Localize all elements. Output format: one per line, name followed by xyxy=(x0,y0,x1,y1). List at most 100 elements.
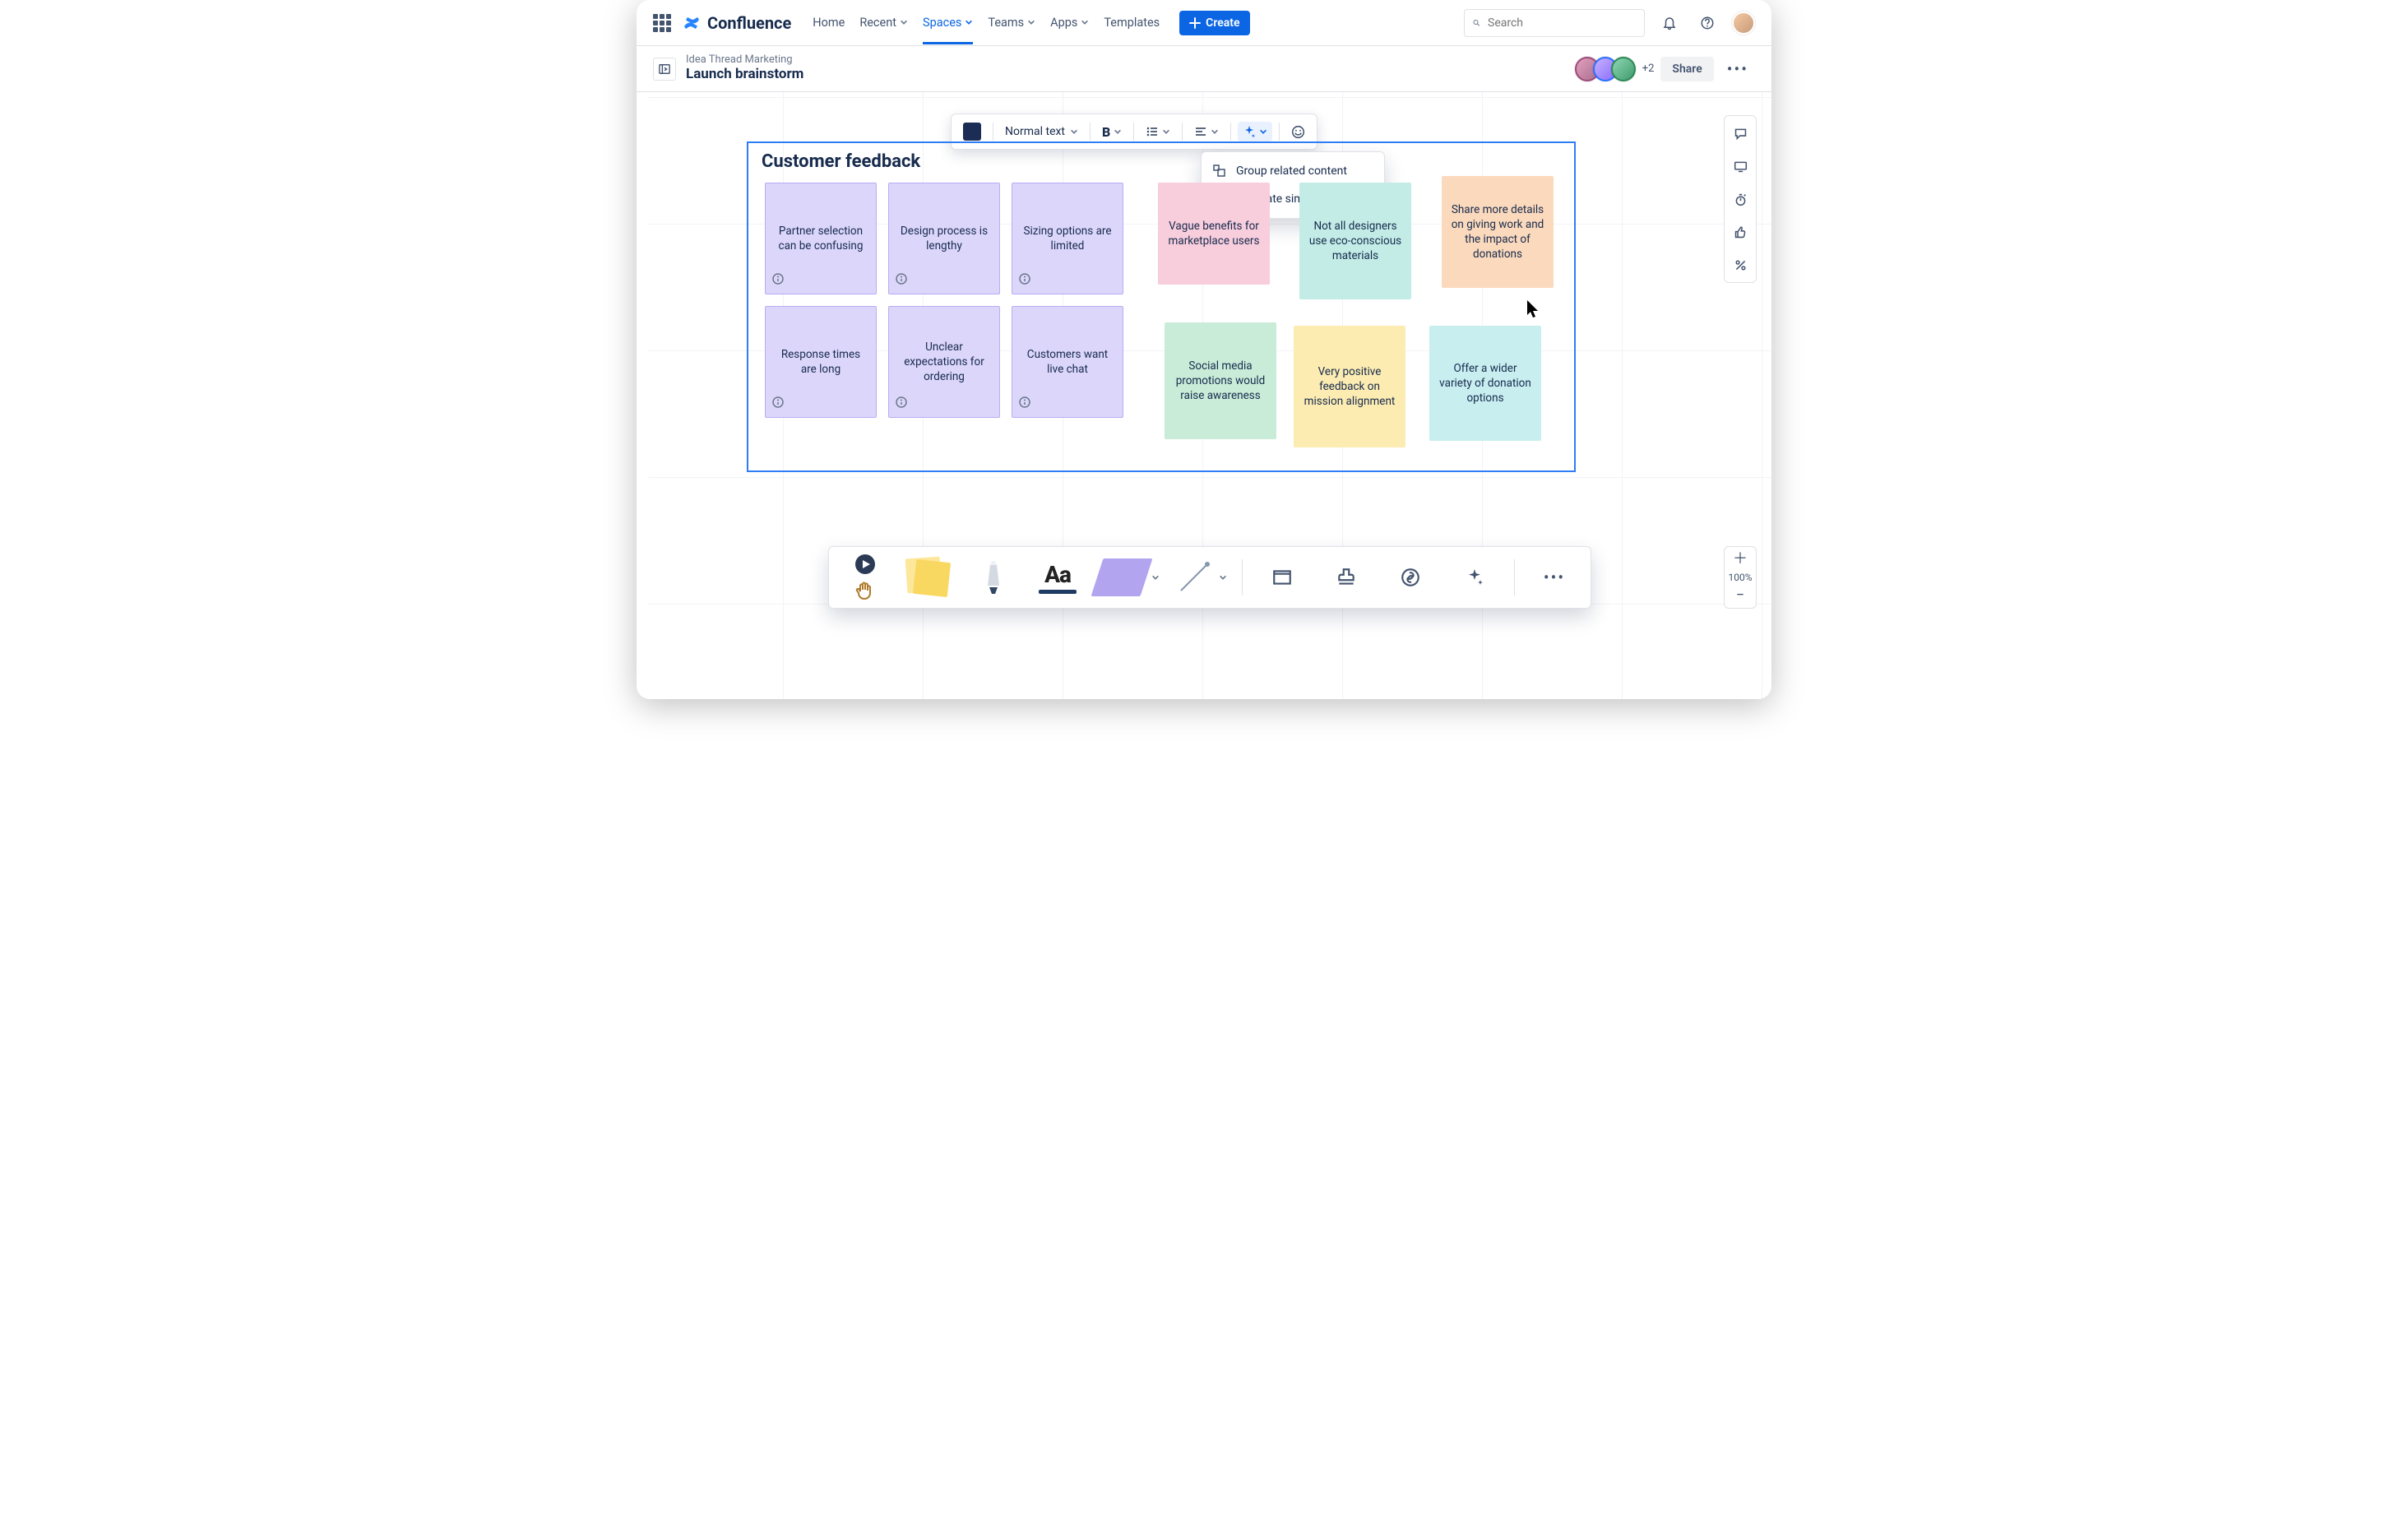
chevron-down-icon xyxy=(1070,127,1078,136)
info-icon[interactable] xyxy=(772,273,784,289)
sticky-text: Not all designers use eco-conscious mate… xyxy=(1308,219,1403,264)
marker-icon xyxy=(974,558,1013,597)
line-icon xyxy=(1174,558,1214,597)
reactions-button[interactable] xyxy=(1728,220,1753,244)
sticky-text: Customers want live chat xyxy=(1021,347,1114,377)
zoom-out-button[interactable]: − xyxy=(1736,588,1744,603)
sticky-note[interactable]: Design process is lengthy xyxy=(888,183,1000,294)
comment-icon xyxy=(1734,127,1748,141)
list-button[interactable] xyxy=(1141,122,1175,141)
chevron-down-icon xyxy=(900,18,908,26)
ai-tool[interactable] xyxy=(1450,553,1499,602)
pointer-tool[interactable] xyxy=(840,553,890,602)
more-icon: ••• xyxy=(1544,568,1565,587)
confluence-icon xyxy=(683,14,701,32)
info-icon[interactable] xyxy=(896,396,907,412)
emoji-button[interactable] xyxy=(1286,122,1310,142)
link-tool[interactable] xyxy=(1386,553,1435,602)
play-pointer-icon xyxy=(854,554,876,575)
align-button[interactable] xyxy=(1189,122,1224,141)
selection-frame[interactable]: Customer feedback Partner selection can … xyxy=(747,141,1576,472)
info-icon[interactable] xyxy=(1019,396,1030,412)
info-icon[interactable] xyxy=(772,396,784,412)
hand-icon xyxy=(854,580,876,601)
color-swatch-button[interactable] xyxy=(958,119,986,144)
notifications-button[interactable] xyxy=(1656,10,1683,36)
link-icon xyxy=(1400,567,1421,588)
sticky-text: Social media promotions would raise awar… xyxy=(1173,359,1268,404)
stamp-tool[interactable] xyxy=(1322,553,1371,602)
page-more-menu[interactable]: ••• xyxy=(1720,59,1755,79)
sticky-note[interactable]: Partner selection can be confusing xyxy=(765,183,877,294)
breadcrumb[interactable]: Idea Thread Marketing xyxy=(686,54,803,67)
search-input[interactable] xyxy=(1486,16,1636,30)
sticky-text: Design process is lengthy xyxy=(897,224,991,253)
sidebar-toggle-button[interactable] xyxy=(653,58,676,81)
chevron-down-icon xyxy=(1259,127,1267,136)
nav-templates[interactable]: Templates xyxy=(1104,2,1160,44)
sticky-note-tool[interactable] xyxy=(905,553,954,602)
nav-teams[interactable]: Teams xyxy=(988,2,1035,44)
whiteboard-canvas[interactable]: Normal text B Group related content Gene… xyxy=(648,92,1771,699)
sticky-text: Response times are long xyxy=(774,347,868,377)
product-logo[interactable]: Confluence xyxy=(683,13,791,33)
frame-tool[interactable] xyxy=(1257,553,1307,602)
share-button[interactable]: Share xyxy=(1660,57,1713,81)
nav-spaces[interactable]: Spaces xyxy=(923,2,973,44)
line-tool[interactable] xyxy=(1174,553,1227,602)
sparkle-icon xyxy=(1243,125,1256,138)
presentation-button[interactable] xyxy=(1728,154,1753,178)
sticky-note[interactable]: Response times are long xyxy=(765,306,877,418)
sticky-note[interactable]: Sizing options are limited xyxy=(1012,183,1123,294)
sticky-note[interactable]: Not all designers use eco-conscious mate… xyxy=(1299,183,1411,299)
search-icon xyxy=(1473,16,1480,29)
nav-home[interactable]: Home xyxy=(813,2,845,44)
sticky-note[interactable]: Customers want live chat xyxy=(1012,306,1123,418)
chevron-down-icon xyxy=(1219,573,1227,582)
text-tool[interactable]: Aa xyxy=(1033,553,1082,602)
nav-apps[interactable]: Apps xyxy=(1050,2,1089,44)
voting-button[interactable] xyxy=(1728,253,1753,277)
bell-icon xyxy=(1662,16,1677,30)
sparkle-icon xyxy=(1465,568,1484,587)
color-swatch xyxy=(963,123,981,141)
section-title[interactable]: Customer feedback xyxy=(762,151,920,172)
timer-button[interactable] xyxy=(1728,187,1753,211)
sticky-text: Partner selection can be confusing xyxy=(774,224,868,253)
collaborator-overflow[interactable]: +2 xyxy=(1642,63,1655,75)
ai-button[interactable] xyxy=(1238,122,1272,141)
chevron-down-icon xyxy=(1151,573,1160,582)
sticky-note[interactable]: Social media promotions would raise awar… xyxy=(1165,322,1276,439)
collaborator-avatar[interactable] xyxy=(1611,57,1636,81)
zoom-in-button[interactable]: ＋ xyxy=(1733,552,1748,567)
help-button[interactable] xyxy=(1694,10,1720,36)
pen-tool[interactable] xyxy=(969,553,1018,602)
nav-links: Home Recent Spaces Teams Apps Templates xyxy=(813,2,1160,44)
info-icon[interactable] xyxy=(896,273,907,289)
text-icon: Aa xyxy=(1044,561,1071,588)
toolbar-divider xyxy=(1242,559,1243,595)
shape-tool[interactable] xyxy=(1097,553,1160,602)
screen-icon xyxy=(1734,160,1748,174)
sticky-note[interactable]: Vague benefits for marketplace users xyxy=(1158,183,1270,285)
search-box[interactable] xyxy=(1464,9,1645,37)
bold-button[interactable]: B xyxy=(1097,121,1127,143)
app-switcher-icon[interactable] xyxy=(653,14,671,32)
chevron-down-icon xyxy=(1211,127,1219,136)
percent-icon xyxy=(1734,258,1748,272)
profile-avatar[interactable] xyxy=(1732,12,1755,35)
sticky-note[interactable]: Unclear expectations for ordering xyxy=(888,306,1000,418)
plus-icon xyxy=(1189,17,1201,29)
sticky-text: Vague benefits for marketplace users xyxy=(1166,219,1262,248)
text-style-dropdown[interactable]: Normal text xyxy=(1000,122,1083,141)
zoom-level[interactable]: 100% xyxy=(1728,572,1752,583)
sticky-text: Offer a wider variety of donation option… xyxy=(1438,361,1533,406)
sticky-note[interactable]: Offer a wider variety of donation option… xyxy=(1429,326,1541,441)
create-button[interactable]: Create xyxy=(1179,11,1249,35)
info-icon[interactable] xyxy=(1019,273,1030,289)
sticky-note[interactable]: Share more details on giving work and th… xyxy=(1442,176,1554,288)
comments-button[interactable] xyxy=(1728,121,1753,146)
toolbar-more[interactable]: ••• xyxy=(1530,553,1579,602)
nav-recent[interactable]: Recent xyxy=(859,2,908,44)
sticky-note[interactable]: Very positive feedback on mission alignm… xyxy=(1294,326,1405,447)
